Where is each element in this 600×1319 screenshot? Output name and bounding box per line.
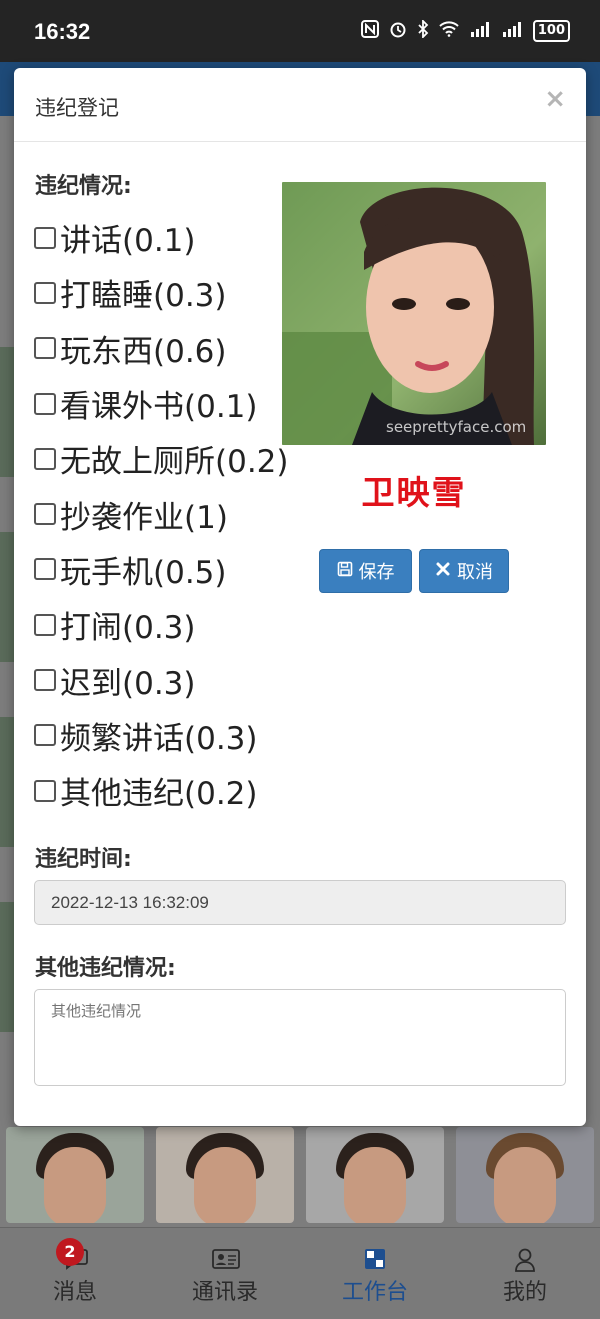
nav-item-profile[interactable]: 我的 xyxy=(450,1228,600,1319)
status-icons: 100 xyxy=(360,18,570,42)
background-card xyxy=(0,902,14,1032)
close-icon[interactable]: × xyxy=(544,84,566,114)
close-icon xyxy=(435,561,451,582)
background-photo xyxy=(156,1127,294,1223)
nav-label: 消息 xyxy=(52,1280,97,1305)
save-button[interactable]: 保存 xyxy=(319,549,412,593)
violation-option-label: 打闹(0.3) xyxy=(60,610,196,647)
background-photo xyxy=(306,1127,444,1223)
nav-item-messages[interactable]: 2 消息 xyxy=(0,1228,150,1319)
checkbox[interactable] xyxy=(34,669,56,692)
unread-badge: 2 xyxy=(56,1238,84,1266)
violation-option[interactable]: 看课外书(0.1) xyxy=(34,376,289,431)
user-icon xyxy=(512,1248,538,1272)
student-photo: seeprettyface.com xyxy=(282,182,546,445)
checkbox[interactable] xyxy=(34,392,56,415)
checkbox[interactable] xyxy=(34,226,56,249)
violation-option-label: 讲话(0.1) xyxy=(60,223,196,260)
violation-option[interactable]: 打瞌睡(0.3) xyxy=(34,265,289,320)
checkbox[interactable] xyxy=(34,558,56,581)
other-violation-label: 其他违纪情况: xyxy=(35,956,176,981)
checkbox[interactable] xyxy=(34,503,56,526)
student-name: 卫映雪 xyxy=(361,473,467,512)
photo-watermark: seeprettyface.com xyxy=(386,418,526,436)
violation-option-label: 玩东西(0.6) xyxy=(60,333,227,370)
save-button-label: 保存 xyxy=(358,562,395,583)
contacts-icon xyxy=(212,1248,240,1270)
violation-option-label: 迟到(0.3) xyxy=(60,665,196,702)
violation-option[interactable]: 频繁讲话(0.3) xyxy=(34,708,289,763)
violation-option-label: 其他违纪(0.2) xyxy=(60,776,258,813)
checkbox[interactable] xyxy=(34,779,56,802)
violation-option[interactable]: 其他违纪(0.2) xyxy=(34,763,289,818)
checkbox[interactable] xyxy=(34,337,56,360)
checkbox[interactable] xyxy=(34,724,56,747)
battery-indicator: 100 xyxy=(532,20,570,42)
bluetooth-icon xyxy=(417,18,429,42)
violation-option[interactable]: 玩东西(0.6) xyxy=(34,321,289,376)
modal-header: 违纪登记 × xyxy=(14,68,586,142)
background-photo xyxy=(456,1127,594,1223)
violation-option-label: 频繁讲话(0.3) xyxy=(60,720,258,757)
signal-4g-icon xyxy=(501,20,523,42)
background-card xyxy=(0,347,14,477)
workbench-icon xyxy=(362,1248,388,1270)
violation-option[interactable]: 无故上厕所(0.2) xyxy=(34,431,289,486)
background-card xyxy=(0,532,14,662)
cancel-button[interactable]: 取消 xyxy=(419,549,509,593)
other-violation-textarea[interactable] xyxy=(34,989,566,1086)
alarm-icon xyxy=(389,20,407,42)
background-photo-row xyxy=(0,1127,600,1227)
background-card xyxy=(0,717,14,847)
cancel-button-label: 取消 xyxy=(457,562,493,583)
modal-title: 违纪登记 xyxy=(35,96,119,120)
violations-label: 违纪情况: xyxy=(35,174,132,199)
violation-option-label: 看课外书(0.1) xyxy=(60,389,258,426)
violation-option[interactable]: 抄袭作业(1) xyxy=(34,486,289,541)
violation-option-label: 抄袭作业(1) xyxy=(60,499,228,536)
bottom-nav: 2 消息 通讯录 工作台 我的 xyxy=(0,1227,600,1319)
checkbox[interactable] xyxy=(34,613,56,636)
violation-option-label: 无故上厕所(0.2) xyxy=(60,444,289,481)
signal-4g-icon xyxy=(469,20,491,42)
violation-option[interactable]: 讲话(0.1) xyxy=(34,210,289,265)
violation-option-label: 打瞌睡(0.3) xyxy=(60,278,227,315)
violation-option-label: 玩手机(0.5) xyxy=(60,554,227,591)
nav-item-contacts[interactable]: 通讯录 xyxy=(150,1228,300,1319)
status-time: 16:32 xyxy=(34,19,91,44)
checkbox[interactable] xyxy=(34,447,56,470)
background-photo xyxy=(6,1127,144,1223)
nfc-icon xyxy=(360,20,379,42)
violation-register-modal: 违纪登记 × 违纪情况: 讲话(0.1) 打瞌睡(0.3) 玩东西(0.6) 看… xyxy=(14,68,586,1126)
nav-label: 通讯录 xyxy=(191,1280,258,1305)
nav-label: 工作台 xyxy=(341,1280,408,1305)
floppy-disk-icon xyxy=(337,561,353,582)
violation-option[interactable]: 玩手机(0.5) xyxy=(34,542,289,597)
violation-checkbox-list: 讲话(0.1) 打瞌睡(0.3) 玩东西(0.6) 看课外书(0.1) 无故上厕… xyxy=(34,210,289,818)
violation-option[interactable]: 打闹(0.3) xyxy=(34,597,289,652)
wifi-icon xyxy=(439,21,459,41)
nav-label: 我的 xyxy=(502,1280,547,1305)
violation-time-field[interactable]: 2022-12-13 16:32:09 xyxy=(34,880,566,925)
violation-time-label: 违纪时间: xyxy=(35,847,132,872)
checkbox[interactable] xyxy=(34,281,56,304)
nav-item-workbench[interactable]: 工作台 xyxy=(300,1228,450,1319)
status-bar: 16:32 100 xyxy=(0,0,600,62)
violation-option[interactable]: 迟到(0.3) xyxy=(34,652,289,707)
